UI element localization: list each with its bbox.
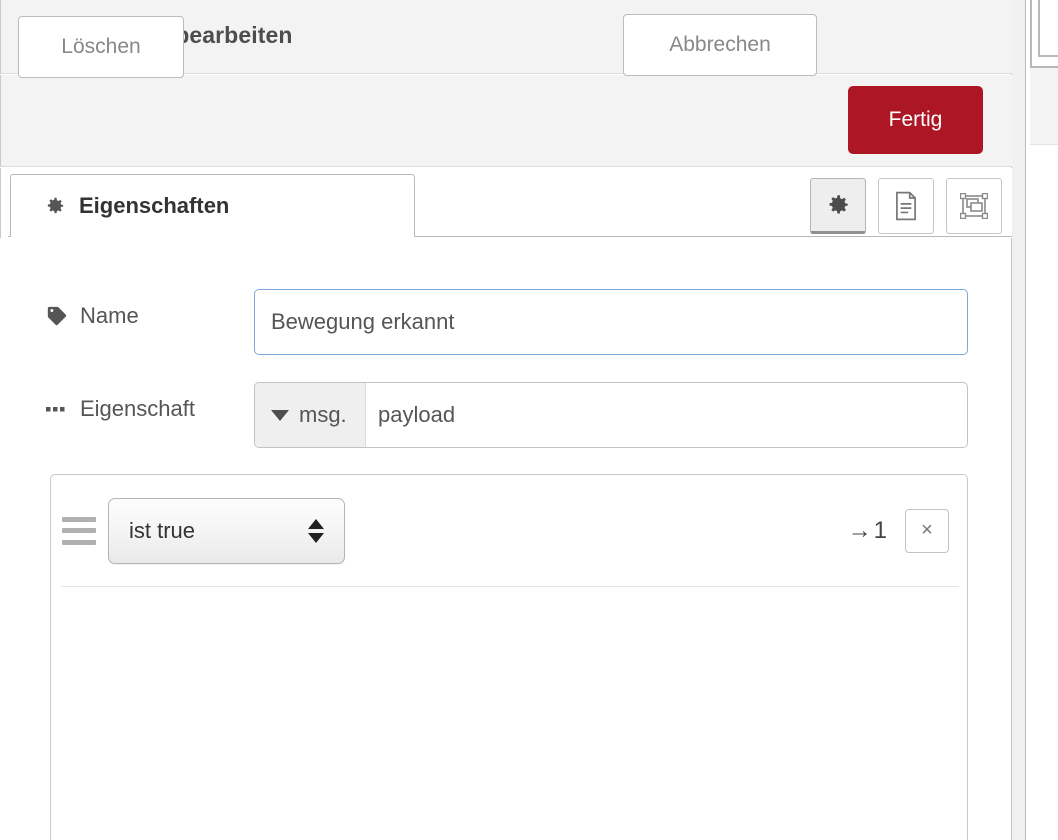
edit-node-dialog: Node 'switch' bearbeiten Löschen Abbrech… — [0, 0, 1012, 840]
name-label-text: Name — [80, 303, 139, 328]
rules-container: ist true →1 × — [50, 474, 968, 840]
chevron-down-icon — [271, 409, 289, 421]
rule-output-index: →1 — [848, 517, 889, 545]
delete-button[interactable]: Löschen — [18, 16, 184, 78]
arrow-right-icon: → — [847, 516, 874, 544]
drag-handle-icon[interactable] — [62, 516, 96, 545]
background-panel-gap — [1012, 0, 1026, 840]
appearance-node-button[interactable] — [946, 178, 1002, 234]
description-document-button[interactable] — [878, 178, 934, 234]
name-label: Name — [46, 303, 139, 329]
properties-gear-button[interactable] — [810, 178, 866, 234]
rule-delete-button[interactable]: × — [905, 508, 949, 553]
gear-icon — [825, 192, 851, 218]
property-value-input[interactable] — [366, 383, 967, 447]
rule-separator — [61, 586, 959, 587]
tag-icon — [46, 305, 68, 327]
property-type-dropdown[interactable]: msg. — [255, 383, 366, 447]
rule-operator-select[interactable]: ist true — [108, 497, 345, 564]
output-number: 1 — [873, 516, 889, 544]
property-row: Eigenschaft — [46, 396, 195, 422]
rule-operator-label: ist true — [129, 517, 196, 543]
tab-eigenschaften[interactable]: Eigenschaften — [10, 174, 415, 237]
property-label: Eigenschaft — [46, 396, 195, 422]
property-type-label: msg. — [299, 402, 347, 427]
cancel-button[interactable]: Abbrechen — [623, 14, 817, 76]
tab-label: Eigenschaften — [79, 193, 230, 218]
node-group-icon — [960, 193, 988, 219]
screen: Node 'switch' bearbeiten Löschen Abbrech… — [0, 0, 1058, 840]
ellipsis-icon — [46, 404, 68, 414]
document-icon — [893, 191, 919, 221]
background-panel-inner-outline — [1038, 0, 1058, 57]
name-input[interactable] — [254, 289, 968, 355]
rule-row: ist true →1 × — [51, 475, 969, 586]
property-typed-input: msg. — [254, 382, 968, 448]
tab-strip-left-edge — [0, 168, 1, 238]
gear-icon — [44, 195, 66, 217]
property-label-text: Eigenschaft — [80, 396, 195, 421]
background-panel-shade — [1030, 68, 1058, 145]
panel-mode-buttons — [810, 178, 1002, 234]
select-arrows-icon — [308, 518, 324, 543]
rule-right-controls: →1 × — [848, 508, 949, 553]
name-row: Name — [46, 303, 139, 329]
done-button[interactable]: Fertig — [848, 86, 983, 154]
